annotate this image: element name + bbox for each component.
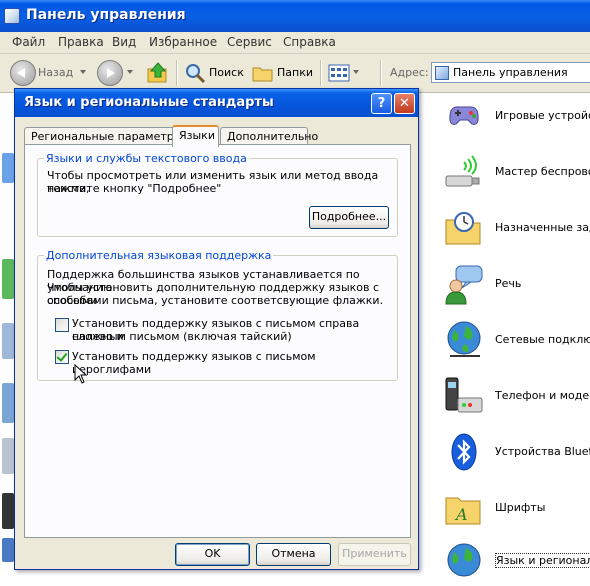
cp-item-network-connections[interactable]: Сетевые подключ bbox=[440, 316, 590, 366]
dialog-title: Язык и региональные стандарты bbox=[24, 95, 274, 110]
toolbar-separator bbox=[380, 60, 382, 86]
cp-item-label: Сетевые подключ bbox=[495, 333, 590, 346]
partial-icon[interactable] bbox=[2, 153, 14, 183]
cp-item-wireless-wizard[interactable]: Мастер беспровод bbox=[440, 148, 590, 198]
up-folder-icon[interactable] bbox=[146, 60, 170, 86]
cp-item-bluetooth-devices[interactable]: Устройства Blueto bbox=[440, 428, 590, 478]
group-title: Языки и службы текстового ввода bbox=[44, 152, 249, 165]
apply-button[interactable]: Применить bbox=[338, 543, 411, 566]
views-dropdown-icon[interactable] bbox=[353, 70, 359, 74]
partial-icon[interactable] bbox=[2, 438, 14, 474]
address-bar[interactable]: Панель управления bbox=[431, 62, 590, 83]
tab-advanced[interactable]: Дополнительно bbox=[220, 127, 318, 145]
tab-regional-options[interactable]: Региональные параметры bbox=[24, 127, 182, 145]
toolbar-separator bbox=[176, 60, 178, 86]
control-panel-icon bbox=[4, 8, 20, 24]
speech-icon bbox=[445, 265, 483, 305]
explorer-title: Панель управления bbox=[26, 7, 186, 23]
cp-item-phone-modem[interactable]: Телефон и модем bbox=[440, 372, 590, 422]
fonts-folder-icon: A bbox=[445, 497, 481, 525]
east-asian-checkbox[interactable] bbox=[55, 350, 69, 364]
help-button[interactable]: ? bbox=[371, 93, 392, 114]
tab-languages[interactable]: Языки bbox=[172, 125, 219, 147]
cancel-button[interactable]: Отмена bbox=[256, 543, 331, 566]
address-value: Панель управления bbox=[453, 66, 568, 79]
mouse-cursor-icon bbox=[74, 364, 88, 384]
cp-item-regional-options[interactable]: Язык и региональ bbox=[440, 536, 590, 586]
ok-button[interactable]: OK bbox=[175, 543, 250, 566]
partial-icon[interactable] bbox=[2, 259, 14, 299]
bluetooth-icon bbox=[451, 433, 477, 471]
partial-icon[interactable] bbox=[2, 493, 14, 529]
folders-icon[interactable] bbox=[251, 60, 275, 86]
cp-item-label: Назначенные зада bbox=[495, 221, 590, 234]
cp-item-label: Язык и региональ bbox=[495, 553, 590, 568]
group-title: Дополнительная языковая поддержка bbox=[44, 249, 274, 262]
gamepad-icon bbox=[449, 106, 479, 125]
cp-item-scheduled-tasks[interactable]: Назначенные зада bbox=[440, 204, 590, 254]
cp-item-label: Телефон и модем bbox=[495, 389, 590, 402]
complex-script-checkbox[interactable] bbox=[55, 318, 69, 332]
search-icon[interactable] bbox=[183, 60, 207, 86]
views-icon[interactable] bbox=[327, 60, 351, 86]
regional-options-dialog: Язык и региональные стандарты ? ✕ Регион… bbox=[14, 88, 419, 570]
network-globe-icon bbox=[447, 321, 481, 357]
dialog-titlebar[interactable]: Язык и региональные стандарты ? ✕ bbox=[15, 89, 418, 117]
cp-item-label: Мастер беспровод bbox=[495, 165, 590, 178]
forward-arrow-icon[interactable] bbox=[97, 60, 123, 86]
cp-item-label: Шрифты bbox=[495, 501, 546, 514]
cp-item-fonts[interactable]: A Шрифты bbox=[440, 484, 590, 534]
svg-text:A: A bbox=[454, 505, 468, 524]
partial-icon[interactable] bbox=[2, 538, 14, 562]
close-button[interactable]: ✕ bbox=[394, 93, 415, 114]
menu-favorites[interactable]: Избранное bbox=[149, 35, 217, 49]
languages-tab-panel: Языки и службы текстового ввода Чтобы пр… bbox=[24, 144, 411, 538]
back-arrow-icon[interactable] bbox=[10, 60, 36, 86]
menu-edit[interactable]: Правка bbox=[58, 35, 104, 49]
menu-view[interactable]: Вид bbox=[112, 35, 136, 49]
back-dropdown-icon[interactable] bbox=[80, 70, 86, 74]
group-description: способами письма, установите соответсвую… bbox=[47, 294, 384, 307]
group-description: нажмите кнопку "Подробнее" bbox=[47, 182, 222, 195]
address-label: Адрес: bbox=[390, 66, 429, 79]
text-services-group: Языки и службы текстового ввода Чтобы пр… bbox=[37, 152, 398, 237]
address-folder-icon bbox=[435, 66, 449, 80]
scheduled-tasks-icon bbox=[445, 212, 481, 245]
phone-modem-icon bbox=[445, 377, 483, 413]
cp-item-speech[interactable]: Речь bbox=[440, 260, 590, 310]
menu-bar: Файл Правка Вид Избранное Сервис Справка bbox=[0, 32, 590, 54]
usb-wireless-icon bbox=[445, 155, 480, 187]
partial-icon[interactable] bbox=[2, 323, 14, 359]
details-button[interactable]: Подробнее... bbox=[309, 206, 389, 229]
menu-file[interactable]: Файл bbox=[12, 35, 45, 49]
cp-item-label: Игровые устройст bbox=[495, 109, 590, 122]
back-button[interactable]: Назад bbox=[38, 66, 73, 79]
toolbar-separator bbox=[320, 60, 322, 86]
regional-globe-icon bbox=[447, 543, 481, 577]
partial-icon[interactable] bbox=[2, 383, 14, 423]
cp-item-game-controllers[interactable]: Игровые устройст bbox=[440, 92, 590, 142]
search-button[interactable]: Поиск bbox=[209, 66, 244, 79]
cp-item-label: Речь bbox=[495, 277, 522, 290]
menu-tools[interactable]: Сервис bbox=[227, 35, 272, 49]
cp-item-label: Устройства Blueto bbox=[495, 445, 590, 458]
supplemental-language-group: Дополнительная языковая поддержка Поддер… bbox=[37, 249, 398, 381]
menu-help[interactable]: Справка bbox=[283, 35, 336, 49]
complex-script-label[interactable]: сложным письмом (включая тайский) bbox=[72, 330, 292, 343]
forward-dropdown-icon[interactable] bbox=[127, 70, 133, 74]
explorer-titlebar[interactable]: Панель управления bbox=[0, 0, 590, 33]
folders-button[interactable]: Папки bbox=[277, 66, 313, 79]
east-asian-label[interactable]: Установить поддержку языков с письмом ие… bbox=[72, 350, 397, 376]
